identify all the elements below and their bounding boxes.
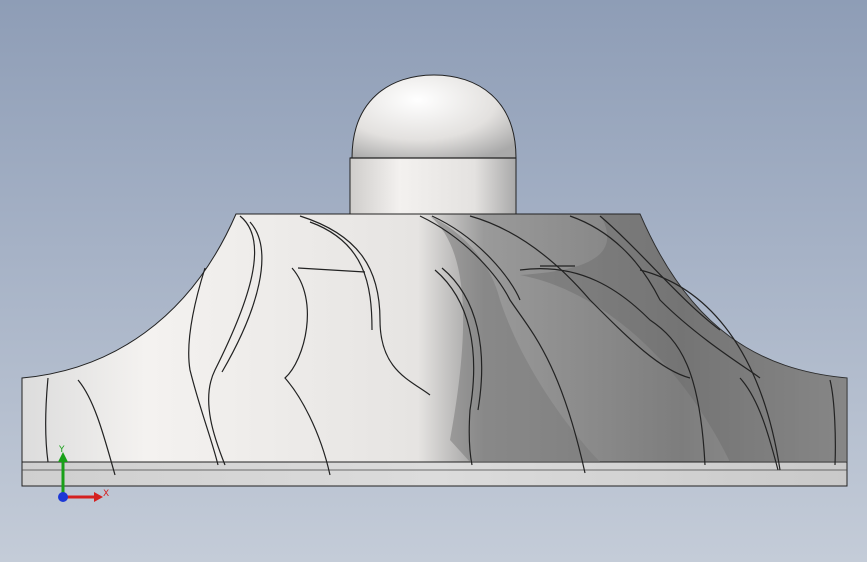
x-axis-arrow bbox=[63, 492, 103, 502]
x-axis-label: X bbox=[103, 489, 109, 499]
3d-viewport[interactable]: Y X bbox=[0, 0, 867, 562]
y-axis-arrow bbox=[58, 452, 68, 497]
orientation-triad: Y X bbox=[58, 445, 109, 502]
z-axis-dot bbox=[58, 492, 68, 502]
y-axis-label: Y bbox=[58, 445, 65, 455]
